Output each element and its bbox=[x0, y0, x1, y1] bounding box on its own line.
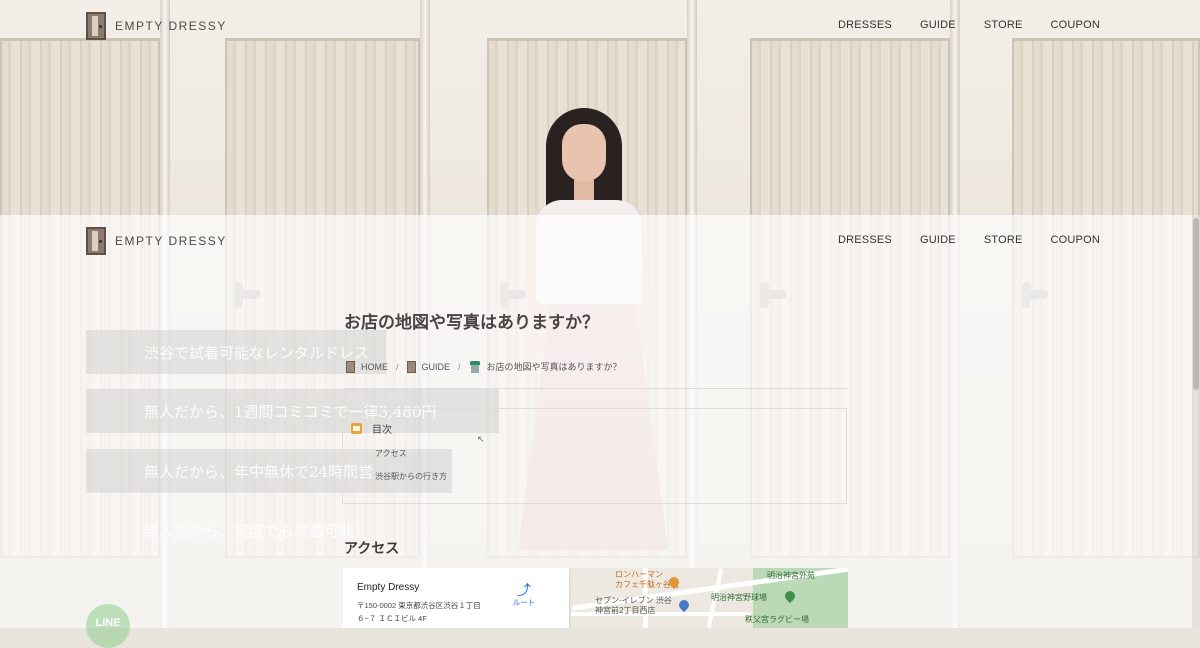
main-nav: DRESSES GUIDE STORE COUPON bbox=[838, 19, 1100, 31]
toc-link-directions[interactable]: 渋谷駅からの行き方 bbox=[375, 471, 447, 482]
map-label-seven: セブン-イレブン 渋谷 神宮前2丁目西店 bbox=[595, 596, 672, 615]
route-button[interactable]: ⤴ ルート bbox=[507, 583, 541, 608]
nav-store[interactable]: STORE bbox=[984, 234, 1023, 246]
nav-coupon[interactable]: COUPON bbox=[1051, 234, 1100, 246]
site-header: EMPTY DRESSY DRESSES GUIDE STORE COUPON bbox=[0, 0, 1200, 54]
mouse-cursor-icon: ↖ bbox=[477, 434, 485, 444]
store-icon bbox=[469, 360, 481, 373]
divider bbox=[344, 388, 848, 389]
route-label: ルート bbox=[512, 598, 536, 607]
nav-guide[interactable]: GUIDE bbox=[920, 234, 956, 246]
nav-store[interactable]: STORE bbox=[984, 19, 1023, 31]
map-label-rugby: 秩父宮ラグビー場 bbox=[745, 615, 809, 624]
map-address-line: ６−７ ＩＣＩビル 4F bbox=[357, 614, 427, 623]
map-place-name: Empty Dressy bbox=[357, 582, 420, 593]
table-of-contents: 目次 アクセス 渋谷駅からの行き方 bbox=[342, 408, 847, 504]
store-pin-icon bbox=[676, 597, 692, 613]
line-button[interactable]: LINE bbox=[86, 604, 130, 648]
embedded-map[interactable]: ロンハーマン カフェ千駄ヶ谷店 セブン-イレブン 渋谷 神宮前2丁目西店 明治神… bbox=[343, 568, 848, 628]
toc-heading: 目次 bbox=[372, 425, 392, 436]
promo-banner: 渋谷で試着可能なレンタルドレス bbox=[86, 330, 386, 374]
toc-header: 目次 bbox=[351, 421, 392, 436]
map-label-stadium: 明治神宮野球場 bbox=[711, 593, 767, 602]
promo-banner: 無人だから、何度でも試着可能 bbox=[144, 521, 355, 540]
scrollbar-thumb[interactable] bbox=[1193, 218, 1199, 390]
nav-guide[interactable]: GUIDE bbox=[920, 19, 956, 31]
map-place-card: Empty Dressy 〒150-0002 東京都渋谷区渋谷１丁目 ６−７ Ｉ… bbox=[343, 568, 569, 628]
section-title-access: アクセス bbox=[344, 540, 400, 556]
breadcrumb-guide[interactable]: GUIDE bbox=[422, 362, 451, 372]
sticky-header: EMPTY DRESSY DRESSES GUIDE STORE COUPON bbox=[0, 215, 1200, 269]
breadcrumb-separator: / bbox=[458, 361, 461, 372]
nav-coupon[interactable]: COUPON bbox=[1051, 19, 1100, 31]
directions-icon: ⤴ bbox=[517, 582, 531, 598]
nav-dresses[interactable]: DRESSES bbox=[838, 234, 892, 246]
guide-door-icon bbox=[406, 360, 416, 373]
nav-dresses[interactable]: DRESSES bbox=[838, 19, 892, 31]
logo-text: EMPTY DRESSY bbox=[115, 234, 227, 248]
page-title: お店の地図や写真はありますか？ bbox=[344, 313, 599, 332]
breadcrumb-home[interactable]: HOME bbox=[361, 362, 388, 372]
map-label-gaien: 明治神宮外苑 bbox=[767, 571, 815, 580]
toc-link-access[interactable]: アクセス bbox=[375, 448, 407, 459]
door-logo-icon bbox=[86, 227, 106, 255]
logo-text: EMPTY DRESSY bbox=[115, 19, 227, 33]
main-nav: DRESSES GUIDE STORE COUPON bbox=[838, 234, 1100, 246]
breadcrumb: HOME / GUIDE / お店の地図や写真はありますか？ bbox=[346, 360, 622, 373]
calendar-icon bbox=[351, 423, 362, 434]
home-door-icon bbox=[346, 360, 355, 373]
breadcrumb-separator: / bbox=[396, 361, 399, 372]
map-address-line: 〒150-0002 東京都渋谷区渋谷１丁目 bbox=[357, 601, 481, 610]
site-logo[interactable]: EMPTY DRESSY bbox=[86, 227, 227, 255]
map-address: 〒150-0002 東京都渋谷区渋谷１丁目 ６−７ ＩＣＩビル 4F bbox=[357, 599, 487, 625]
door-logo-icon bbox=[86, 12, 106, 40]
site-logo[interactable]: EMPTY DRESSY bbox=[86, 12, 227, 40]
breadcrumb-current: お店の地図や写真はありますか？ bbox=[486, 362, 622, 372]
